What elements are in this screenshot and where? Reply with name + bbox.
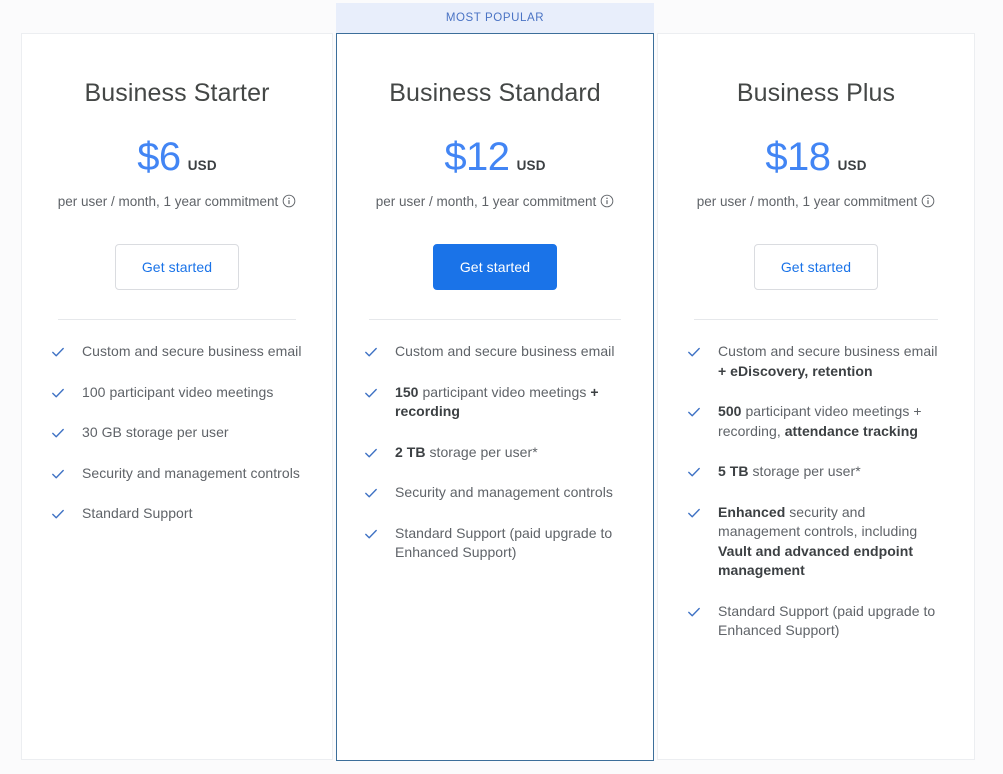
plan-price-currency: USD	[187, 158, 217, 173]
get-started-button[interactable]: Get started	[114, 244, 240, 290]
plan-price-note-text: per user / month, 1 year commitment	[375, 194, 597, 209]
most-popular-label: MOST POPULAR	[445, 12, 545, 24]
plan-price-currency: USD	[837, 158, 867, 173]
feature-label: Custom and secure business email + eDisc…	[718, 343, 938, 379]
info-icon[interactable]	[921, 194, 935, 213]
check-icon	[50, 385, 66, 401]
feature-label: 150 participant video meetings + recordi…	[395, 383, 599, 420]
plan-price-note: per user / month, 1 year commitment	[50, 193, 304, 213]
plan-price-amount: $6	[137, 135, 181, 179]
plan-title: Business Plus	[736, 79, 896, 107]
feature-item: 5 TB storage per user*	[686, 462, 946, 482]
feature-label: Standard Support (paid upgrade to Enhanc…	[395, 524, 613, 561]
check-icon	[50, 344, 66, 360]
check-icon	[50, 425, 66, 441]
plan-price-note: per user / month, 1 year commitment	[363, 193, 627, 213]
plan-feature-list: Custom and secure business email + eDisc…	[686, 320, 946, 641]
feature-item: Standard Support (paid upgrade to Enhanc…	[363, 524, 627, 563]
check-icon	[686, 604, 702, 620]
plan-card-business-plus[interactable]: Business Plus $18 USD per user / month, 1…	[657, 33, 975, 760]
feature-item: 30 GB storage per user	[50, 423, 304, 443]
feature-item: Enhanced security and management control…	[686, 503, 946, 581]
info-icon[interactable]	[600, 194, 614, 213]
feature-item: Custom and secure business email + eDisc…	[686, 342, 946, 381]
feature-label: 100 participant video meetings	[82, 383, 274, 400]
feature-label: 2 TB storage per user*	[395, 443, 538, 460]
plan-card-body: Business Starter $6 USD per user / month,…	[22, 34, 332, 759]
plan-card-body: Business Plus $18 USD per user / month, 1…	[658, 34, 974, 759]
feature-label: 30 GB storage per user	[82, 424, 229, 440]
feature-item: 2 TB storage per user*	[363, 443, 627, 463]
plan-feature-list: Custom and secure business email 100 part…	[50, 320, 304, 524]
plan-price-note-text: per user / month, 1 year commitment	[57, 194, 279, 209]
pricing-table: MOST POPULAR Business Starter $6 USD per …	[0, 0, 1003, 774]
feature-label: Custom and secure business email	[82, 343, 302, 359]
feature-item: Standard Support	[50, 504, 304, 524]
plan-cta-wrap: Get started	[686, 244, 946, 290]
feature-item: 150 participant video meetings + recordi…	[363, 383, 627, 422]
feature-label: 500 participant video meetings + recordi…	[718, 403, 922, 439]
plan-price-row: $12 USD	[363, 135, 627, 179]
feature-label: Standard Support	[82, 505, 193, 521]
plan-title: Business Standard	[389, 79, 601, 107]
feature-item: 500 participant video meetings + recordi…	[686, 402, 946, 441]
plan-title: Business Starter	[84, 79, 270, 107]
check-icon	[363, 526, 379, 542]
check-icon	[686, 404, 702, 420]
plan-cta-wrap: Get started	[50, 244, 304, 290]
plan-card-business-standard[interactable]: Business Standard $12 USD per user / mont…	[336, 33, 654, 761]
check-icon	[363, 445, 379, 461]
plan-price-currency: USD	[516, 158, 546, 173]
info-icon[interactable]	[282, 194, 296, 213]
check-icon	[50, 466, 66, 482]
plan-cta-wrap: Get started	[363, 244, 627, 290]
get-started-button[interactable]: Get started	[753, 244, 879, 290]
check-icon	[363, 485, 379, 501]
plan-price-note-text: per user / month, 1 year commitment	[696, 194, 918, 209]
feature-item: Security and management controls	[50, 464, 304, 484]
check-icon	[363, 344, 379, 360]
plan-price-amount: $12	[444, 135, 510, 179]
feature-item: Standard Support (paid upgrade to Enhanc…	[686, 602, 946, 641]
plan-price-amount: $18	[765, 135, 831, 179]
feature-label: Standard Support (paid upgrade to Enhanc…	[718, 602, 936, 639]
get-started-button[interactable]: Get started	[432, 244, 558, 290]
feature-item: Custom and secure business email	[50, 342, 304, 362]
feature-label: Custom and secure business email	[395, 343, 615, 359]
check-icon	[686, 505, 702, 521]
plan-price-row: $18 USD	[686, 135, 946, 179]
check-icon	[363, 385, 379, 401]
feature-item: Custom and secure business email	[363, 342, 627, 362]
plan-card-business-starter[interactable]: Business Starter $6 USD per user / month,…	[21, 33, 333, 760]
feature-label: 5 TB storage per user*	[718, 463, 861, 479]
plan-price-row: $6 USD	[50, 135, 304, 179]
feature-label: Security and management controls	[82, 464, 300, 481]
check-icon	[50, 506, 66, 522]
check-icon	[686, 464, 702, 480]
plan-feature-list: Custom and secure business email 150 part…	[363, 320, 627, 563]
feature-item: 100 participant video meetings	[50, 383, 304, 403]
most-popular-banner: MOST POPULAR	[336, 3, 654, 33]
check-icon	[686, 344, 702, 360]
feature-label: Enhanced security and management control…	[718, 503, 918, 579]
plan-card-body: Business Standard $12 USD per user / mont…	[337, 34, 653, 760]
feature-label: Security and management controls	[395, 484, 613, 500]
feature-item: Security and management controls	[363, 483, 627, 503]
plan-price-note: per user / month, 1 year commitment	[686, 193, 946, 213]
